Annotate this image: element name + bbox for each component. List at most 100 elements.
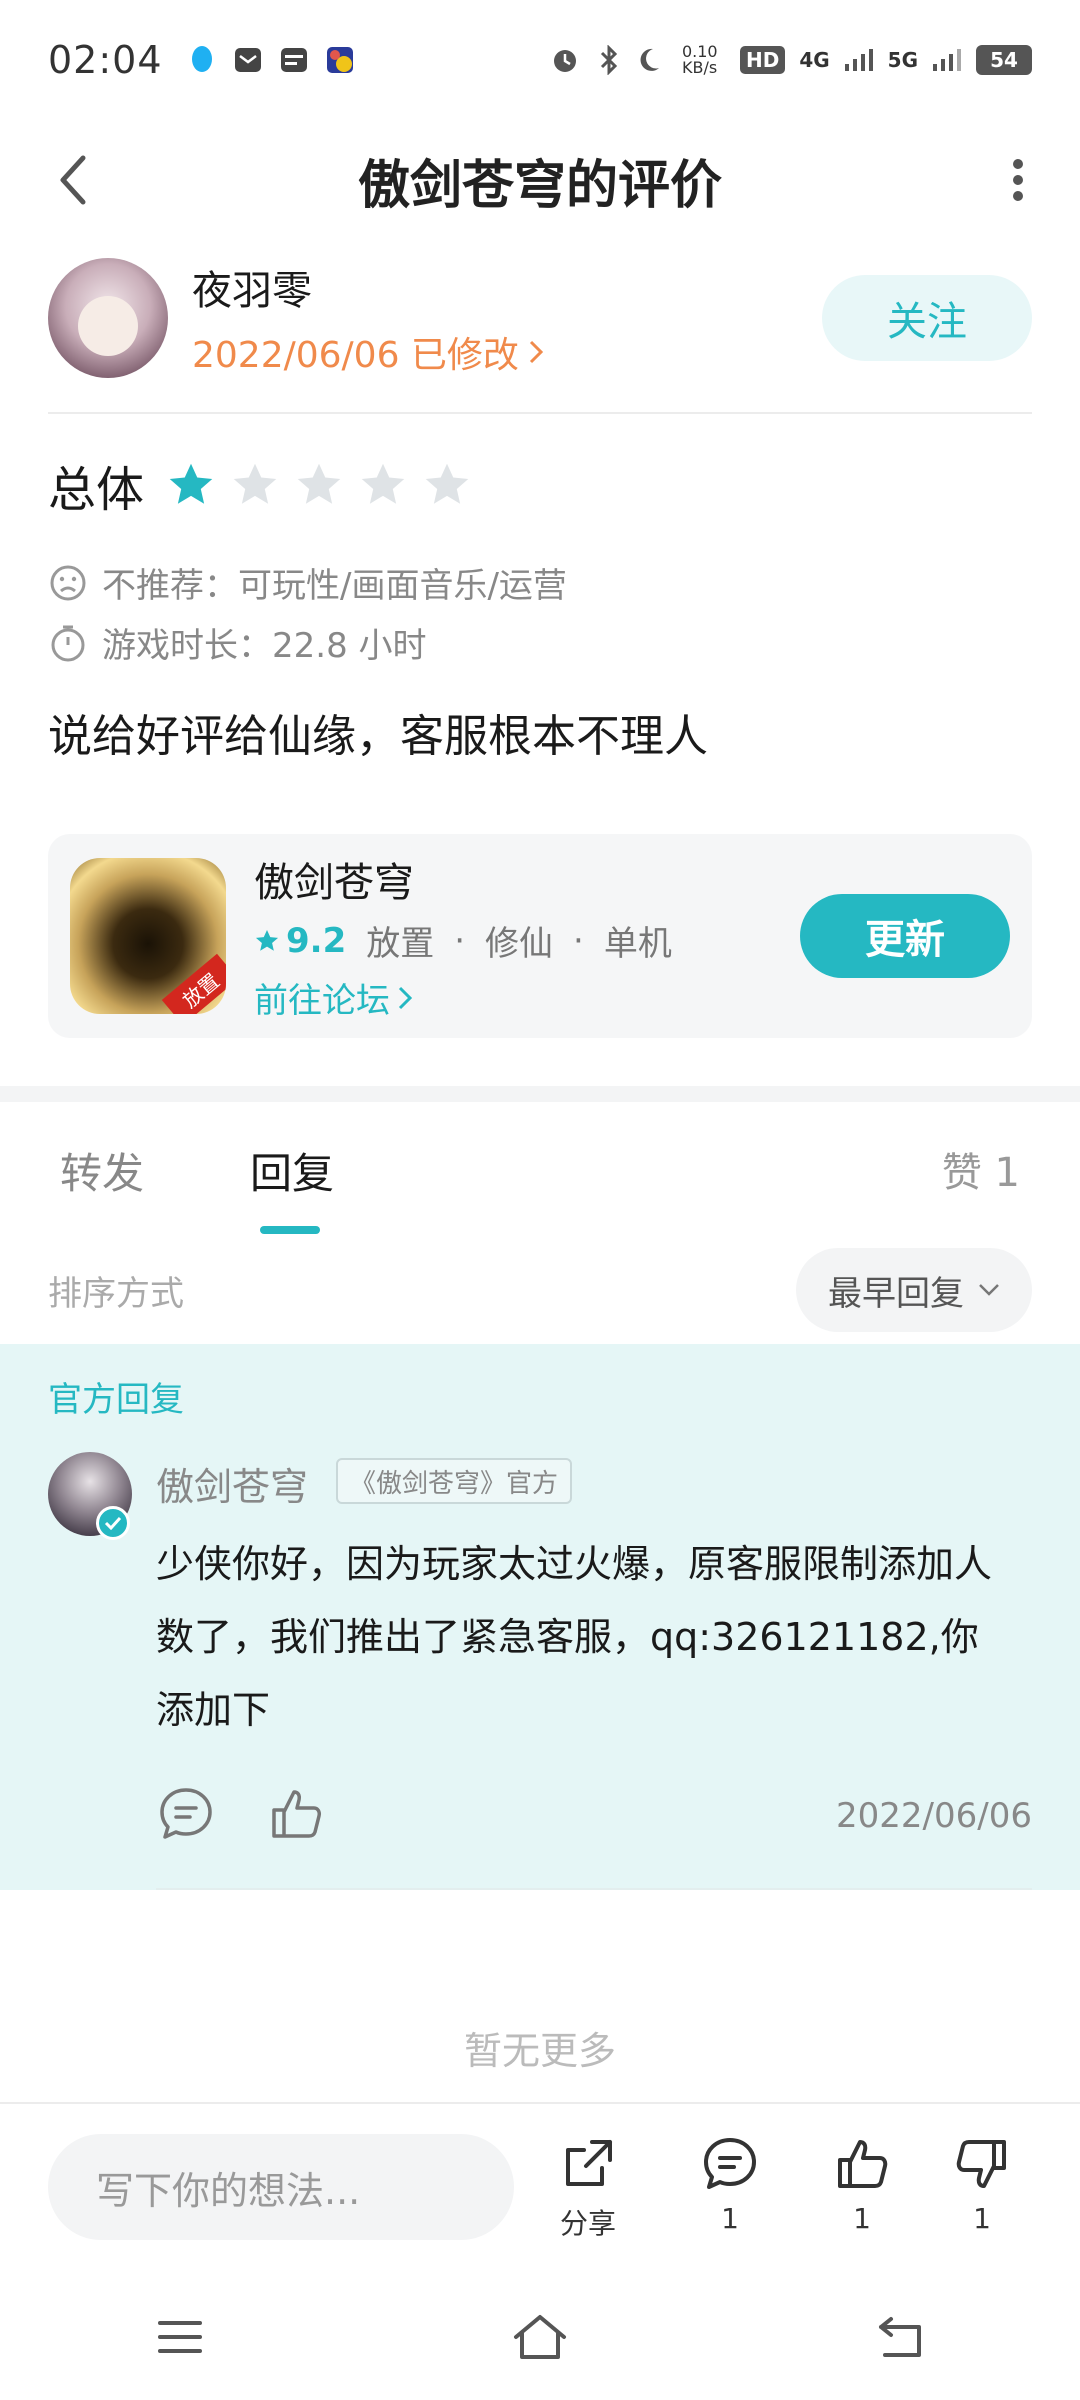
system-status: 0.10 KB/s HD 4G 5G 54 bbox=[550, 44, 1032, 76]
official-reply: 官方回复 傲剑苍穹 《傲剑苍穹》官方 少侠你好，因为玩家太过火爆，原客服限制添加… bbox=[0, 1344, 1080, 1890]
comment-icon bbox=[704, 2138, 756, 2189]
more-button[interactable] bbox=[986, 148, 1050, 212]
review-text: 说给好评给仙缘，客服根本不理人 bbox=[48, 711, 708, 762]
game-card[interactable]: 放置 傲剑苍穹 9.2 放置 · 修仙 · 单机 前往论坛 更新 bbox=[48, 834, 1032, 1038]
section-separator bbox=[0, 1086, 1080, 1102]
bluetooth-icon bbox=[594, 45, 624, 75]
game-tag: 放置 bbox=[366, 924, 435, 964]
reply-actions bbox=[156, 1784, 326, 1844]
comment-input[interactable]: 写下你的想法... bbox=[48, 2134, 514, 2240]
home-button[interactable] bbox=[500, 2297, 580, 2377]
comment-count: 1 bbox=[721, 2202, 739, 2235]
comment-icon[interactable] bbox=[156, 1784, 216, 1844]
update-button[interactable]: 更新 bbox=[800, 894, 1010, 978]
timer-icon bbox=[51, 625, 85, 661]
game-icon-badge: 放置 bbox=[161, 953, 226, 1014]
reply-divider bbox=[156, 1888, 1032, 1890]
bottom-action-bar: 写下你的想法... 分享 1 1 1 bbox=[0, 2102, 1080, 2274]
thumbs-up-icon[interactable] bbox=[266, 1784, 326, 1844]
official-reply-label: 官方回复 bbox=[48, 1380, 184, 1420]
tab-indicator bbox=[260, 1226, 320, 1234]
tab-forward[interactable]: 转发 bbox=[60, 1140, 144, 1201]
chevron-right-icon bbox=[398, 986, 412, 1009]
system-nav-bar bbox=[0, 2274, 1080, 2400]
playtime-text: 游戏时长：22.8 小时 bbox=[102, 626, 427, 666]
forum-link[interactable]: 前往论坛 bbox=[254, 973, 672, 1022]
not-recommend-row: 不推荐：可玩性/画面音乐/运营 bbox=[48, 558, 567, 607]
home-icon bbox=[514, 2315, 566, 2359]
like-button[interactable]: 1 bbox=[812, 2134, 912, 2235]
not-recommend-text: 不推荐：可玩性/画面音乐/运营 bbox=[102, 566, 567, 606]
signal-icon bbox=[844, 45, 874, 75]
reply-author-name[interactable]: 傲剑苍穹 bbox=[156, 1456, 308, 1511]
follow-button[interactable]: 关注 bbox=[822, 275, 1032, 361]
avatar[interactable] bbox=[48, 258, 168, 378]
card-icon bbox=[279, 45, 309, 75]
star-rating bbox=[166, 460, 472, 510]
author-name[interactable]: 夜羽零 bbox=[192, 258, 543, 316]
reply-tabs: 转发 回复 赞 1 bbox=[0, 1130, 1080, 1234]
sort-row: 排序方式 最早回复 bbox=[48, 1248, 1032, 1332]
tag-separator: · bbox=[573, 920, 584, 961]
game-icon[interactable]: 放置 bbox=[70, 858, 226, 1014]
notification-icons bbox=[187, 45, 355, 75]
app-icon bbox=[325, 45, 355, 75]
chevron-down-icon bbox=[979, 1284, 999, 1296]
hd-badge: HD bbox=[739, 46, 786, 74]
sort-label: 排序方式 bbox=[48, 1273, 184, 1314]
battery-icon: 54 bbox=[976, 45, 1032, 75]
edit-history-link[interactable]: 2022/06/06 已修改 bbox=[192, 326, 543, 378]
chevron-right-icon bbox=[529, 340, 543, 364]
comment-button[interactable]: 1 bbox=[680, 2134, 780, 2235]
game-score-value: 9.2 bbox=[286, 920, 347, 961]
star-icon-filled bbox=[169, 463, 213, 504]
star-icon-empty bbox=[361, 463, 405, 504]
chevron-left-icon bbox=[60, 155, 86, 205]
share-label: 分享 bbox=[559, 2207, 616, 2240]
sort-selected: 最早回复 bbox=[828, 1273, 964, 1314]
rating-label: 总体 bbox=[48, 462, 145, 518]
thumbs-up-icon bbox=[838, 2140, 888, 2188]
game-info: 傲剑苍穹 9.2 放置 · 修仙 · 单机 前往论坛 bbox=[254, 850, 672, 1022]
message-icon bbox=[233, 45, 263, 75]
star-icon bbox=[255, 929, 279, 951]
back-icon bbox=[879, 2317, 921, 2357]
back-nav-button[interactable] bbox=[860, 2297, 940, 2377]
dislike-button[interactable]: 1 bbox=[932, 2134, 1032, 2235]
no-more-text: 暂无更多 bbox=[463, 2029, 616, 2073]
signal-5g: 5G bbox=[887, 48, 918, 72]
like-count: 1 bbox=[853, 2202, 871, 2235]
official-tag: 《傲剑苍穹》官方 bbox=[336, 1458, 573, 1504]
game-tags: 9.2 放置 · 修仙 · 单机 bbox=[254, 916, 672, 965]
dislike-count: 1 bbox=[973, 2202, 991, 2235]
menu-button[interactable] bbox=[140, 2297, 220, 2377]
page-title: 傲剑苍穹的评价 bbox=[357, 155, 722, 216]
status-bar: 02:04 0.10 KB/s HD 4G 5G 54 bbox=[0, 0, 1080, 120]
star-icon-empty bbox=[425, 463, 469, 504]
menu-icon bbox=[158, 2321, 202, 2353]
status-time: 02:04 bbox=[48, 38, 163, 82]
qq-icon bbox=[187, 45, 217, 75]
tab-reply[interactable]: 回复 bbox=[250, 1140, 334, 1201]
tab-likes[interactable]: 赞 1 bbox=[942, 1140, 1020, 1198]
playtime-row: 游戏时长：22.8 小时 bbox=[48, 618, 427, 667]
author-row: 夜羽零 2022/06/06 已修改 关注 bbox=[48, 258, 1032, 378]
share-button[interactable]: 分享 bbox=[538, 2134, 638, 2242]
divider bbox=[48, 412, 1032, 414]
star-icon-empty bbox=[233, 463, 277, 504]
more-vertical-icon bbox=[1013, 159, 1023, 201]
verified-icon bbox=[96, 1506, 130, 1540]
back-button[interactable] bbox=[40, 148, 104, 212]
rating-row: 总体 bbox=[48, 450, 472, 520]
alarm-icon bbox=[550, 45, 580, 75]
moon-icon bbox=[638, 45, 668, 75]
tag-separator: · bbox=[454, 920, 466, 961]
reply-text: 少侠你好，因为玩家太过火爆，原客服限制添加人数了，我们推出了紧急客服，qq:32… bbox=[156, 1542, 993, 1732]
sort-dropdown[interactable]: 最早回复 bbox=[796, 1248, 1032, 1332]
forum-link-label: 前往论坛 bbox=[254, 981, 390, 1021]
top-bar: 傲剑苍穹的评价 bbox=[0, 120, 1080, 240]
game-name[interactable]: 傲剑苍穹 bbox=[254, 850, 672, 908]
author-info: 夜羽零 2022/06/06 已修改 bbox=[192, 258, 543, 378]
game-score: 9.2 bbox=[254, 921, 346, 961]
signal-icon-2 bbox=[932, 45, 962, 75]
